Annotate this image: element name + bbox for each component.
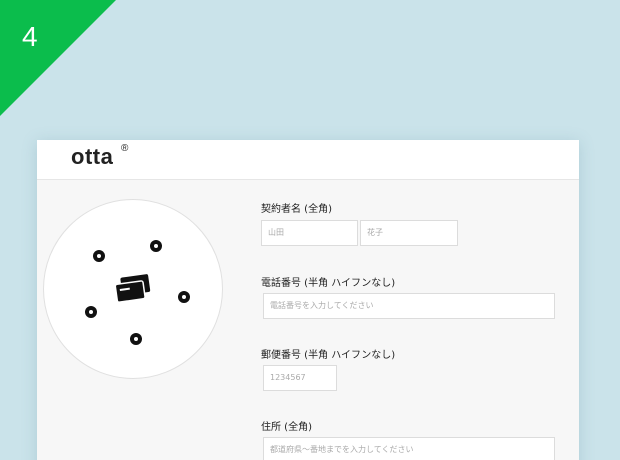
name-label: 契約者名 (全角) [261, 204, 332, 215]
registration-card: otta ® 契約者名 (全角) 山田 花子 電話番号 (半角 ハイフンなし) … [37, 140, 579, 460]
step-number: 4 [22, 21, 38, 52]
otta-device-with-cards-icon [85, 240, 190, 345]
last-name-input[interactable]: 山田 [261, 220, 358, 246]
phone-input[interactable]: 電話番号を入力してください [263, 293, 555, 319]
cards-icon [114, 274, 151, 303]
card-header: otta ® [37, 140, 579, 180]
postal-input[interactable]: 1234567 [263, 365, 337, 391]
device-illustration [43, 199, 223, 379]
postal-label: 郵便番号 (半角 ハイフンなし) [261, 350, 396, 361]
step-corner-badge [0, 0, 116, 116]
otta-logo: otta [71, 144, 114, 169]
first-name-input[interactable]: 花子 [360, 220, 458, 246]
registered-mark: ® [121, 143, 129, 154]
address-input[interactable]: 都道府県〜番地までを入力してください [263, 437, 555, 460]
address-label: 住所 (全角) [261, 422, 312, 433]
phone-label: 電話番号 (半角 ハイフンなし) [261, 278, 396, 289]
